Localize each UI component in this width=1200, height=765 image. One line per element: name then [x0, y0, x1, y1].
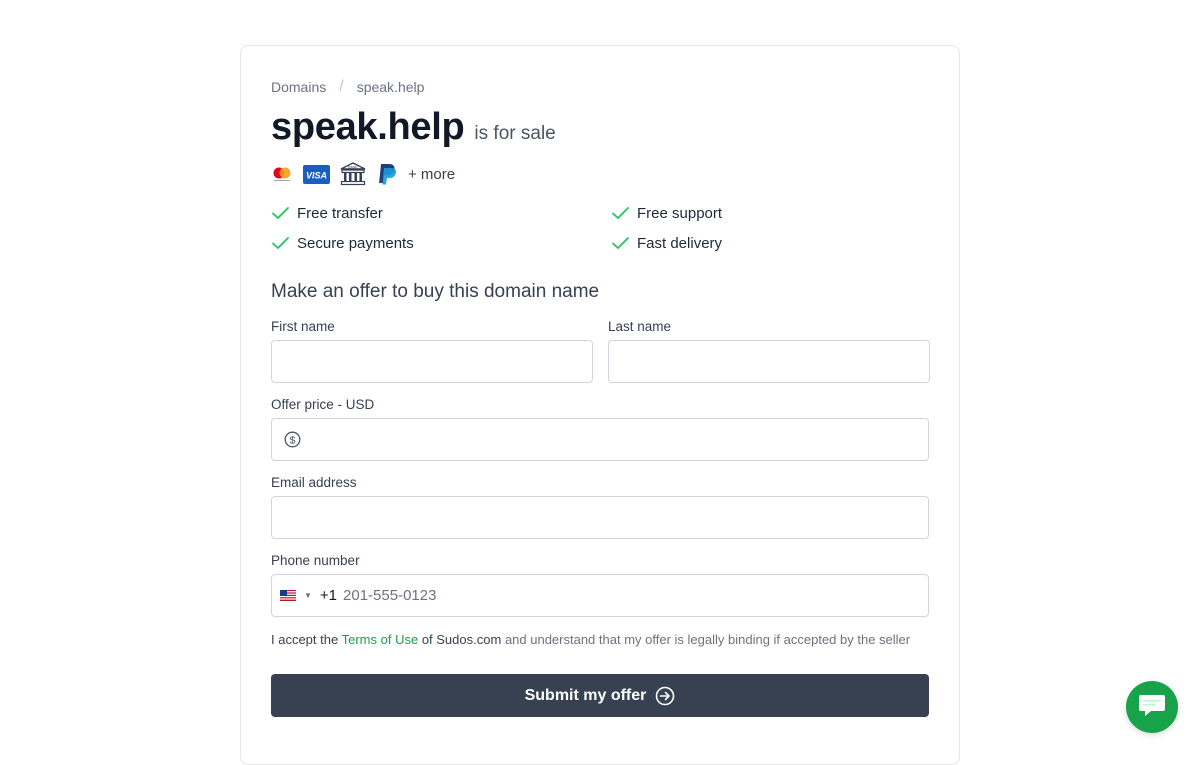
check-icon — [611, 236, 630, 250]
name-row: First name Last name — [271, 319, 930, 383]
chat-icon — [1138, 693, 1166, 722]
offer-price-input[interactable]: $ — [271, 418, 929, 461]
terms-suffix: and understand that my offer is legally … — [504, 632, 911, 647]
breadcrumb-current: speak.help — [356, 79, 425, 95]
submit-offer-button[interactable]: Submit my offer — [271, 674, 929, 717]
phone-label: Phone number — [271, 553, 360, 568]
check-icon — [611, 206, 630, 220]
phone-group: Phone number ▼ +1 201-555-0123 — [271, 553, 929, 617]
feature-label: Free support — [637, 204, 723, 222]
phone-placeholder: 201-555-0123 — [343, 587, 437, 604]
offer-price-label: Offer price - USD — [271, 397, 375, 412]
offer-price-group: Offer price - USD $ — [271, 397, 929, 461]
check-icon — [271, 206, 290, 220]
feature-item: Free support — [611, 203, 911, 223]
feature-item: Free transfer — [271, 203, 611, 223]
email-label: Email address — [271, 475, 357, 490]
check-icon — [271, 236, 290, 250]
svg-text:$: $ — [290, 434, 296, 446]
breadcrumb: Domains / speak.help — [271, 78, 929, 96]
first-name-input[interactable] — [271, 340, 593, 383]
paypal-icon — [376, 162, 398, 186]
dollar-icon: $ — [284, 431, 301, 448]
bank-icon: BANK — [340, 162, 366, 186]
breadcrumb-domains-link[interactable]: Domains — [271, 79, 326, 95]
page-title: speak.help — [271, 106, 465, 148]
chat-button[interactable] — [1126, 681, 1178, 733]
breadcrumb-separator: / — [339, 78, 344, 95]
mastercard-icon — [271, 166, 293, 182]
feature-label: Free transfer — [297, 204, 383, 222]
dial-code: +1 — [319, 587, 338, 604]
terms-prefix: I accept the — [271, 632, 339, 647]
payment-methods: VISA BANK + more — [271, 161, 929, 187]
phone-input[interactable]: ▼ +1 201-555-0123 — [271, 574, 929, 617]
visa-text: VISA — [306, 170, 327, 180]
offer-heading: Make an offer to buy this domain name — [271, 281, 600, 302]
submit-label: Submit my offer — [524, 686, 647, 704]
features-list: Free transfer Free support Secure paymen… — [271, 203, 929, 253]
email-group: Email address — [271, 475, 929, 539]
country-caret-icon[interactable]: ▼ — [304, 591, 312, 600]
first-name-group: First name — [271, 319, 593, 383]
bank-text: BANK — [348, 165, 358, 169]
last-name-group: Last name — [608, 319, 930, 383]
us-flag-icon[interactable] — [280, 590, 296, 601]
feature-item: Fast delivery — [611, 233, 911, 253]
arrow-right-circle-icon — [655, 686, 675, 706]
email-input[interactable] — [271, 496, 929, 539]
feature-item: Secure payments — [271, 233, 611, 253]
last-name-input[interactable] — [608, 340, 930, 383]
for-sale-text: is for sale — [474, 123, 556, 144]
more-payments-text: + more — [408, 165, 456, 183]
visa-icon: VISA — [303, 164, 330, 184]
last-name-label: Last name — [608, 319, 672, 334]
terms-of-use-link[interactable]: Terms of Use — [342, 632, 419, 647]
feature-label: Secure payments — [297, 234, 414, 252]
feature-label: Fast delivery — [637, 234, 723, 252]
terms-middle: of Sudos.com — [421, 632, 502, 647]
terms-text: I accept the Terms of Use of Sudos.com a… — [271, 632, 929, 647]
title-row: speak.help is for sale — [271, 106, 929, 149]
offer-card: Domains / speak.help speak.help is for s… — [240, 45, 960, 765]
first-name-label: First name — [271, 319, 335, 334]
